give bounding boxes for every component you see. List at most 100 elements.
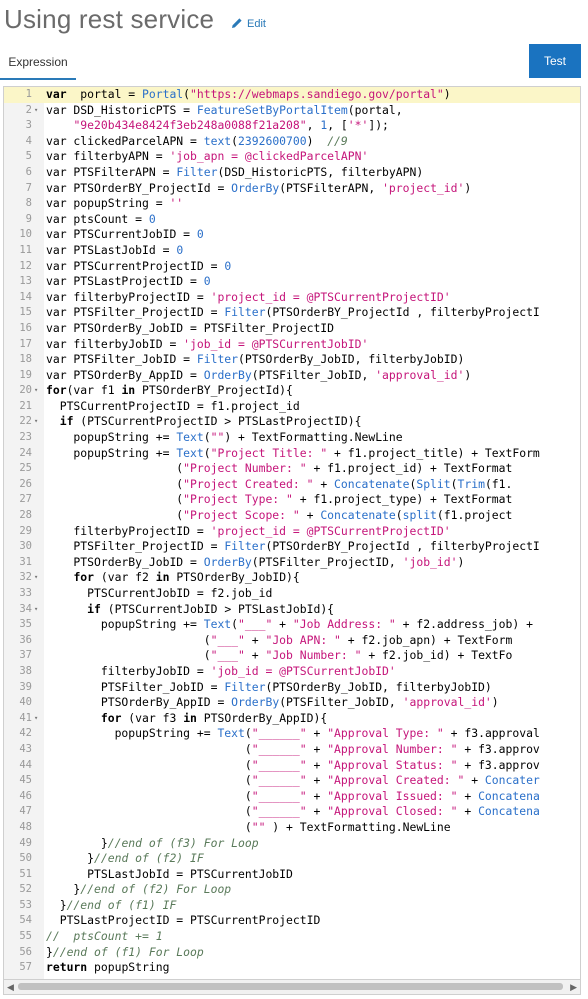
- code-line[interactable]: 41 ▾ for (var f3 in PTSOrderBy_AppID){: [4, 711, 580, 727]
- fold-arrow-icon[interactable]: ▾: [34, 103, 42, 119]
- horizontal-scrollbar[interactable]: ◀ ▶: [3, 979, 581, 995]
- code-line[interactable]: 40 PTSOrderBy_AppID = OrderBy(PTSFilter_…: [4, 695, 580, 711]
- code-line[interactable]: 27 ("Project Type: " + f1.project_type) …: [4, 492, 580, 508]
- fold-arrow-icon[interactable]: ▾: [34, 383, 42, 399]
- code-line[interactable]: 57 return popupString: [4, 960, 580, 976]
- code-line[interactable]: 44 ("______" + "Approval Status: " + f3.…: [4, 758, 580, 774]
- code-token: (: [183, 87, 191, 101]
- code-text: PTSLastProjectID = PTSCurrentProjectID: [46, 913, 321, 929]
- code-line[interactable]: 21 PTSCurrentProjectID = f1.project_id: [4, 399, 580, 415]
- code-line[interactable]: 11 var PTSLastJobId = 0: [4, 243, 580, 259]
- code-line[interactable]: 24 popupString += Text("Project Title: "…: [4, 446, 580, 462]
- code-line[interactable]: 19 var PTSOrderBy_AppID = OrderBy(PTSFilt…: [4, 368, 580, 384]
- code-line[interactable]: 18 var PTSFilter_JobID = Filter(PTSOrderB…: [4, 352, 580, 368]
- code-line[interactable]: 55 // ptsCount += 1: [4, 929, 580, 945]
- code-line[interactable]: 5 var filterbyAPN = 'job_apn = @clickedPa…: [4, 149, 580, 165]
- fold-arrow-icon[interactable]: ▾: [34, 414, 42, 430]
- code-text: filterbyProjectID = 'project_id = @PTSCu…: [46, 523, 451, 540]
- code-line[interactable]: 9 var ptsCount = 0: [4, 212, 580, 228]
- edit-button[interactable]: Edit: [231, 17, 266, 30]
- code-line[interactable]: 38 filterbyJobID = 'job_id = @PTSCurrent…: [4, 664, 580, 680]
- code-token: 'project_id = @PTSCurrentProjectID': [210, 523, 451, 538]
- code-line[interactable]: 50 }//end of (f2) IF: [4, 851, 580, 867]
- scroll-left-icon[interactable]: ◀: [7, 982, 14, 993]
- tab-expression[interactable]: Expression: [0, 52, 76, 80]
- code-token: (: [46, 819, 252, 834]
- code-line[interactable]: 43 ("______" + "Approval Number: " + f3.…: [4, 742, 580, 758]
- code-line[interactable]: 20 ▾ for(var f1 in PTSOrderBY_ProjectId){: [4, 383, 580, 399]
- code-line[interactable]: 42 popupString += Text("______" + "Appro…: [4, 726, 580, 742]
- code-text: PTSOrderBy_JobID = OrderBy(PTSFilter_Pro…: [46, 555, 464, 571]
- code-line[interactable]: 25 ("Project Number: " + f1.project_id) …: [4, 461, 580, 477]
- code-line[interactable]: 17 var filterbyJobID = 'job_id = @PTSCurr…: [4, 337, 580, 353]
- fold-arrow-icon[interactable]: ▾: [34, 602, 42, 618]
- code-line[interactable]: 7 var PTSOrderBY_ProjectId = OrderBy(PTSF…: [4, 181, 580, 197]
- fold-arrow-icon[interactable]: ▾: [34, 570, 42, 586]
- code-token: }: [46, 882, 81, 897]
- code-line[interactable]: 32 ▾ for (var f2 in PTSOrderBy_JobID){: [4, 570, 580, 586]
- code-token: "9e20b434e8424f3eb248a0088f21a208": [73, 118, 307, 133]
- code-token: "Approval Created: ": [327, 773, 465, 788]
- code-token: 'project_id': [382, 180, 465, 195]
- code-token: var PTSFilter_ProjectID =: [46, 305, 225, 320]
- code-token: + f3.approv: [457, 741, 540, 756]
- code-line[interactable]: 23 popupString += Text("") + TextFormatt…: [4, 430, 580, 446]
- scrollbar-thumb[interactable]: [18, 983, 563, 990]
- code-line[interactable]: 28 ("Project Scope: " + Concatenate(spli…: [4, 508, 580, 524]
- code-line[interactable]: 14 var filterbyProjectID = 'project_id = …: [4, 290, 580, 306]
- line-number: 13: [19, 275, 32, 288]
- fold-arrow-icon[interactable]: ▾: [34, 711, 42, 727]
- code-token: + f2.job_apn) + TextForm: [340, 632, 513, 647]
- code-line[interactable]: 6 var PTSFilterAPN = Filter(DSD_HistoricP…: [4, 165, 580, 181]
- code-line[interactable]: 2 ▾ var DSD_HistoricPTS = FeatureSetByPort…: [4, 103, 580, 119]
- code-line[interactable]: 36 ("___" + "Job APN: " + f2.job_apn) + …: [4, 633, 580, 649]
- code-line[interactable]: 52 }//end of (f2) For Loop: [4, 882, 580, 898]
- code-token: PTSLastProjectID = PTSCurrentProjectID: [46, 913, 321, 928]
- code-text: ("Project Number: " + f1.project_id) + T…: [46, 461, 512, 477]
- code-line[interactable]: 34 ▾ if (PTSCurrentJobID > PTSLastJobId){: [4, 602, 580, 618]
- test-button[interactable]: Test: [529, 44, 581, 78]
- line-number: 15: [19, 306, 32, 319]
- code-text: for (var f2 in PTSOrderBy_JobID){: [46, 570, 299, 586]
- code-line[interactable]: 29 filterbyProjectID = 'project_id = @PT…: [4, 524, 580, 540]
- code-line[interactable]: 15 var PTSFilter_ProjectID = Filter(PTSOr…: [4, 305, 580, 321]
- code-line[interactable]: 56}//end of (f1) For Loop: [4, 945, 580, 961]
- code-line[interactable]: 39 PTSFilter_JobID = Filter(PTSOrderBy_J…: [4, 680, 580, 696]
- code-line[interactable]: 22 ▾ if (PTSCurrentProjectID > PTSLastPro…: [4, 414, 580, 430]
- code-token: popupString: [87, 960, 170, 975]
- line-number: 40: [19, 696, 32, 709]
- code-token: PTSOrderBy_AppID =: [46, 695, 232, 710]
- code-line[interactable]: 54 PTSLastProjectID = PTSCurrentProjectI…: [4, 913, 580, 929]
- code-line[interactable]: 13 var PTSLastProjectID = 0: [4, 274, 580, 290]
- code-line[interactable]: 16 var PTSOrderBy_JobID = PTSFilter_Proje…: [4, 321, 580, 337]
- code-token: +: [464, 773, 485, 788]
- code-line[interactable]: 30 PTSFilter_ProjectID = Filter(PTSOrder…: [4, 539, 580, 555]
- code-line[interactable]: 37 ("___" + "Job Number: " + f2.job_id) …: [4, 648, 580, 664]
- code-line[interactable]: 47 ("______" + "Approval Closed: " + Con…: [4, 804, 580, 820]
- code-line[interactable]: 35 popupString += Text("___" + "Job Addr…: [4, 617, 580, 633]
- code-editor[interactable]: 1 var portal = Portal("https://webmaps.sa…: [3, 86, 581, 980]
- scroll-right-icon[interactable]: ▶: [570, 982, 577, 993]
- code-line[interactable]: 46 ("______" + "Approval Issued: " + Con…: [4, 789, 580, 805]
- code-token: Text: [217, 726, 245, 741]
- code-line[interactable]: 26 ("Project Created: " + Concatenate(Sp…: [4, 477, 580, 493]
- code-line[interactable]: 45 ("______" + "Approval Created: " + Co…: [4, 773, 580, 789]
- code-token: "Project Title: ": [210, 445, 328, 460]
- code-text: ("______" + "Approval Created: " + Conca…: [46, 773, 540, 789]
- line-number: 4: [25, 134, 32, 147]
- code-line[interactable]: 10 var PTSCurrentJobID = 0: [4, 227, 580, 243]
- code-line[interactable]: 49 }//end of (f3) For Loop: [4, 836, 580, 852]
- code-line[interactable]: 12 var PTSCurrentProjectID = 0: [4, 259, 580, 275]
- code-line[interactable]: 33 PTSCurrentJobID = f2.job_id: [4, 586, 580, 602]
- code-line[interactable]: 8 var popupString = '': [4, 196, 580, 212]
- code-line[interactable]: 4 var clickedParcelAPN = text(2392600700)…: [4, 134, 580, 150]
- code-line[interactable]: 48 ("" ) + TextFormatting.NewLine: [4, 820, 580, 836]
- code-line[interactable]: 31 PTSOrderBy_JobID = OrderBy(PTSFilter_…: [4, 555, 580, 571]
- code-line[interactable]: 51 PTSLastJobId = PTSCurrentJobID: [4, 867, 580, 883]
- code-line[interactable]: 3 "9e20b434e8424f3eb248a0088f21a208", 1,…: [4, 118, 580, 134]
- code-line[interactable]: 1 var portal = Portal("https://webmaps.sa…: [4, 87, 580, 103]
- code-token: Filter: [196, 352, 239, 367]
- code-line[interactable]: 53 }//end of (f1) IF: [4, 898, 580, 914]
